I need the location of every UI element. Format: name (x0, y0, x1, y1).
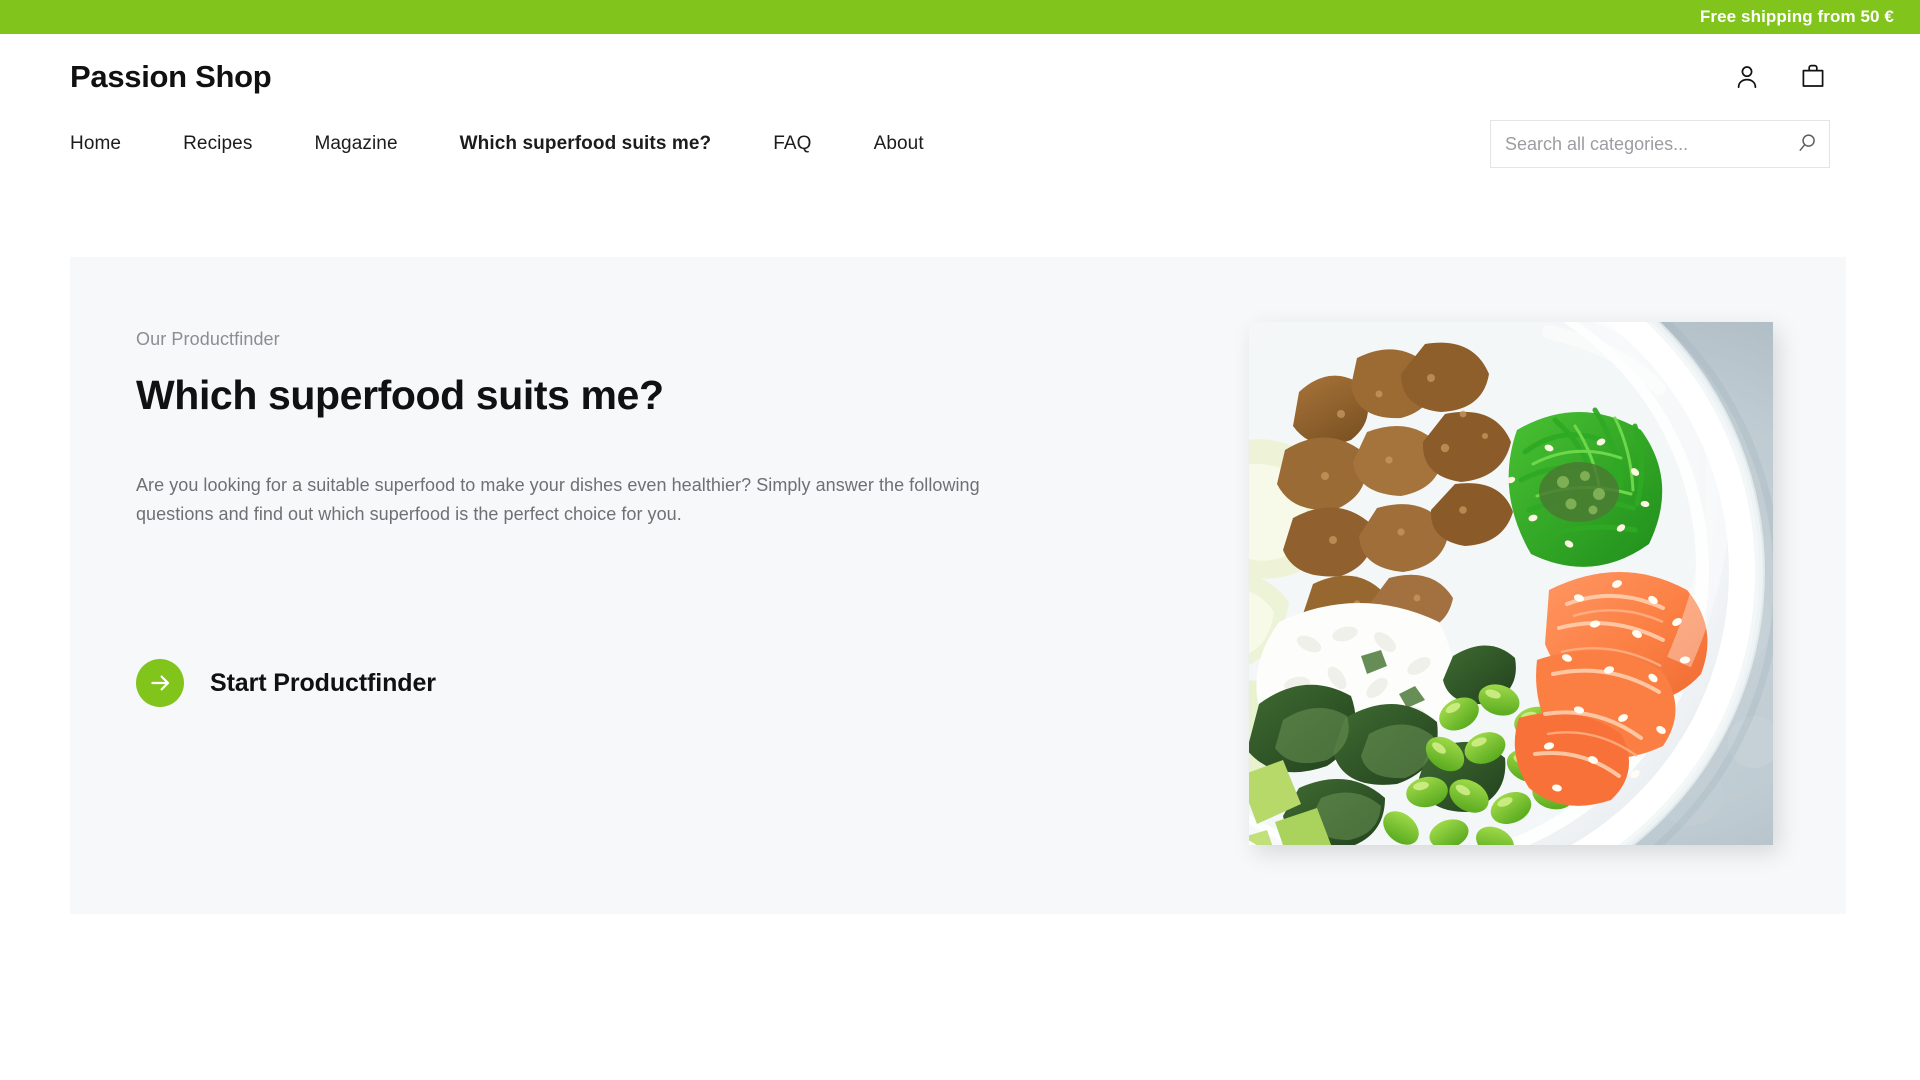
shopping-bag-icon (1799, 62, 1827, 93)
start-productfinder-button[interactable]: Start Productfinder (136, 659, 436, 708)
nav-item-about[interactable]: About (874, 133, 924, 155)
announcement-bar: Free shipping from 50 € (0, 0, 1920, 34)
site-header: Passion Shop Home Recipes Magazine Which… (0, 34, 1920, 186)
header-action-icons (1732, 62, 1850, 92)
nav-item-faq[interactable]: FAQ (773, 133, 811, 155)
nav-item-magazine[interactable]: Magazine (314, 133, 397, 155)
header-nav-row: Home Recipes Magazine Which superfood su… (70, 102, 1850, 186)
start-productfinder-label: Start Productfinder (210, 668, 436, 697)
hero-image-column (1190, 257, 1846, 914)
free-shipping-text: Free shipping from 50 € (1699, 7, 1894, 26)
cart-button[interactable] (1798, 62, 1828, 92)
search-submit-button[interactable] (1794, 131, 1820, 157)
site-logo[interactable]: Passion Shop (70, 59, 272, 95)
search-icon (1796, 132, 1818, 157)
search-input[interactable] (1490, 120, 1830, 168)
account-button[interactable] (1732, 62, 1762, 92)
search-box (1490, 120, 1830, 168)
arrow-right-icon (136, 659, 184, 708)
header-top-row: Passion Shop (70, 34, 1850, 102)
nav-item-home[interactable]: Home (70, 133, 121, 155)
main-navigation: Home Recipes Magazine Which superfood su… (70, 133, 986, 155)
nav-item-recipes[interactable]: Recipes (183, 133, 252, 155)
hero-section: Our Productfinder Which superfood suits … (70, 257, 1846, 914)
page-title: Which superfood suits me? (136, 372, 664, 418)
hero-text-column: Our Productfinder Which superfood suits … (70, 257, 1190, 914)
hero-food-image (1249, 322, 1773, 845)
hero-description: Are you looking for a suitable superfood… (136, 475, 980, 525)
nav-item-which-superfood-suits-me[interactable]: Which superfood suits me? (460, 133, 712, 155)
hero-eyebrow: Our Productfinder (136, 329, 280, 349)
user-icon (1734, 63, 1760, 92)
